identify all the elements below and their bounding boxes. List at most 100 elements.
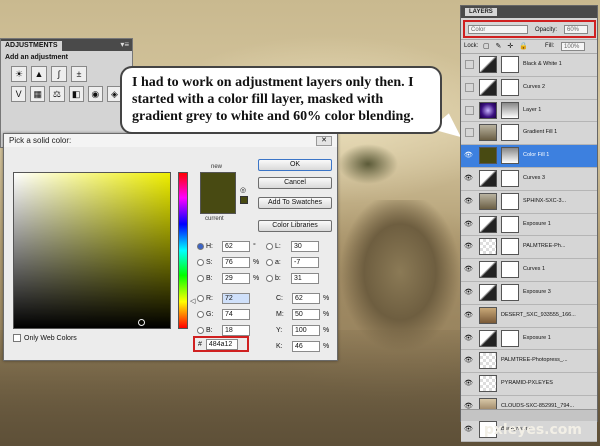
radio-blue[interactable] [197,326,204,334]
layer-mask-thumbnail[interactable] [501,192,519,210]
layer-mask-thumbnail[interactable] [501,329,519,347]
input-s[interactable]: 76 [222,256,250,268]
layer-mask-thumbnail[interactable] [501,147,519,165]
layer-row[interactable]: 👁 PYRAMID-PXLEYES [461,373,597,396]
hex-input[interactable]: 484a12 [205,338,238,350]
panel-menu-icon[interactable]: ▾≡ [120,40,129,49]
exposure-icon[interactable]: ± [71,66,87,82]
layer-row[interactable]: 👁 Curves 3 [461,167,597,191]
radio-b[interactable] [197,274,204,282]
color-libraries-button[interactable]: Color Libraries [258,220,332,232]
ok-button[interactable]: OK [258,159,332,171]
layer-mask-thumbnail[interactable] [501,169,519,187]
hue-slider-handle[interactable]: ◁ [190,297,195,305]
eye-icon[interactable]: 👁 [464,151,474,161]
add-to-swatches-button[interactable]: Add To Swatches [258,197,332,209]
radio-g[interactable] [197,310,204,318]
layer-mask-thumbnail[interactable] [501,124,519,142]
input-h[interactable]: 62 [222,240,250,252]
only-web-colors-checkbox[interactable] [13,334,21,342]
input-l[interactable]: 30 [291,240,319,252]
input-y[interactable]: 100 [292,324,320,336]
input-lab-b[interactable]: 31 [291,272,319,284]
close-icon[interactable]: ✕ [316,136,332,146]
layer-mask-thumbnail[interactable] [501,56,519,73]
web-safe-icon[interactable] [240,196,248,204]
layer-row[interactable]: Black & White 1 [461,54,597,77]
input-a[interactable]: -7 [291,256,319,268]
annotation-text: I had to work on adjustment layers only … [132,75,414,124]
fill-input[interactable]: 100% [561,42,585,51]
adjustments-tab[interactable]: ADJUSTMENTS [1,41,62,52]
visibility-toggle[interactable] [465,82,474,92]
eye-icon[interactable]: 👁 [464,265,474,275]
layer-row[interactable]: 👁 PALMTREE-Ph... [461,236,597,260]
layer-row[interactable]: 👁 PALMTREE-Photopress_... [461,350,597,374]
radio-s[interactable] [197,258,204,266]
layer-row[interactable]: 👁 DESERT_SXC_933555_166... [461,304,597,328]
cancel-button[interactable]: Cancel [258,177,332,189]
levels-icon[interactable]: ▲ [31,66,47,82]
layer-mask-thumbnail[interactable] [501,215,519,233]
layer-row[interactable]: Gradient Fill 1 [461,122,597,146]
eye-icon[interactable]: 👁 [464,288,474,298]
layer-row[interactable]: 👁 Color Fill 1 [461,145,597,168]
blend-row: Color Opacity: 60% [461,18,597,40]
input-b[interactable]: 29 [222,272,250,284]
eye-icon[interactable]: 👁 [464,197,474,207]
radio-a[interactable] [266,258,273,266]
layer-mask-thumbnail[interactable] [501,283,519,301]
opacity-input[interactable]: 60% [564,25,588,34]
input-m[interactable]: 50 [292,308,320,320]
layer-mask-thumbnail[interactable] [501,238,519,256]
bw-icon[interactable]: ◧ [68,86,84,102]
eye-icon[interactable]: 👁 [464,174,474,184]
layer-row[interactable]: 👁 Exposure 3 [461,281,597,305]
layer-row[interactable]: 👁 Exposure 1 [461,213,597,237]
curves-icon[interactable]: ∫ [51,66,67,82]
layers-tab[interactable]: LAYERS [465,8,497,16]
saturation-brightness-field[interactable] [13,172,171,329]
layer-row[interactable]: Layer 1 [461,99,597,123]
balance-icon[interactable]: ⚖ [49,86,65,102]
visibility-toggle[interactable] [465,60,474,69]
layer-thumbnail [479,215,497,233]
input-c[interactable]: 62 [292,292,320,304]
field-h: H: 62 ° [197,240,256,252]
input-r[interactable]: 72 [222,292,250,304]
brightness-icon[interactable]: ☀ [11,66,27,82]
eye-icon[interactable]: 👁 [464,379,474,389]
layer-mask-thumbnail[interactable] [501,78,519,96]
layer-row[interactable]: 👁 Curves 1 [461,259,597,282]
layer-row[interactable]: 👁 SPHINX-SXC-3... [461,190,597,214]
radio-h[interactable] [197,242,204,250]
eye-icon[interactable]: 👁 [464,311,474,321]
eye-icon[interactable]: 👁 [464,242,474,252]
layer-row[interactable]: Curves 2 [461,76,597,100]
blend-mode-select[interactable]: Color [468,25,528,34]
eye-icon[interactable]: 👁 [464,356,474,366]
input-g[interactable]: 74 [222,308,250,320]
layer-thumbnail [479,124,497,142]
hue-icon[interactable]: ▦ [30,86,46,102]
layer-mask-thumbnail[interactable] [501,261,519,279]
radio-l[interactable] [266,242,273,250]
vibrance-icon[interactable]: V [11,86,27,102]
eye-icon[interactable]: 👁 [464,220,474,230]
input-k[interactable]: 46 [292,340,320,352]
radio-lab-b[interactable] [266,274,273,282]
eye-icon[interactable]: 👁 [464,334,474,344]
visibility-toggle[interactable] [465,105,474,115]
radio-r[interactable] [197,294,204,302]
layer-row[interactable]: 👁 Exposure 1 [461,327,597,351]
visibility-toggle[interactable] [465,128,474,138]
photofilter-icon[interactable]: ◉ [87,86,103,102]
hue-slider[interactable] [178,172,188,329]
layer-mask-thumbnail[interactable] [501,101,519,119]
lock-icons[interactable]: ▢ ✎ ✛ 🔒 [483,42,530,50]
gamut-warning-icon[interactable]: ◎ [240,186,246,194]
input-blue[interactable]: 18 [222,324,250,336]
layer-name: DESERT_SXC_933555_166... [501,311,576,318]
color-marker[interactable] [138,319,145,326]
eye-icon[interactable]: 👁 [464,425,474,435]
